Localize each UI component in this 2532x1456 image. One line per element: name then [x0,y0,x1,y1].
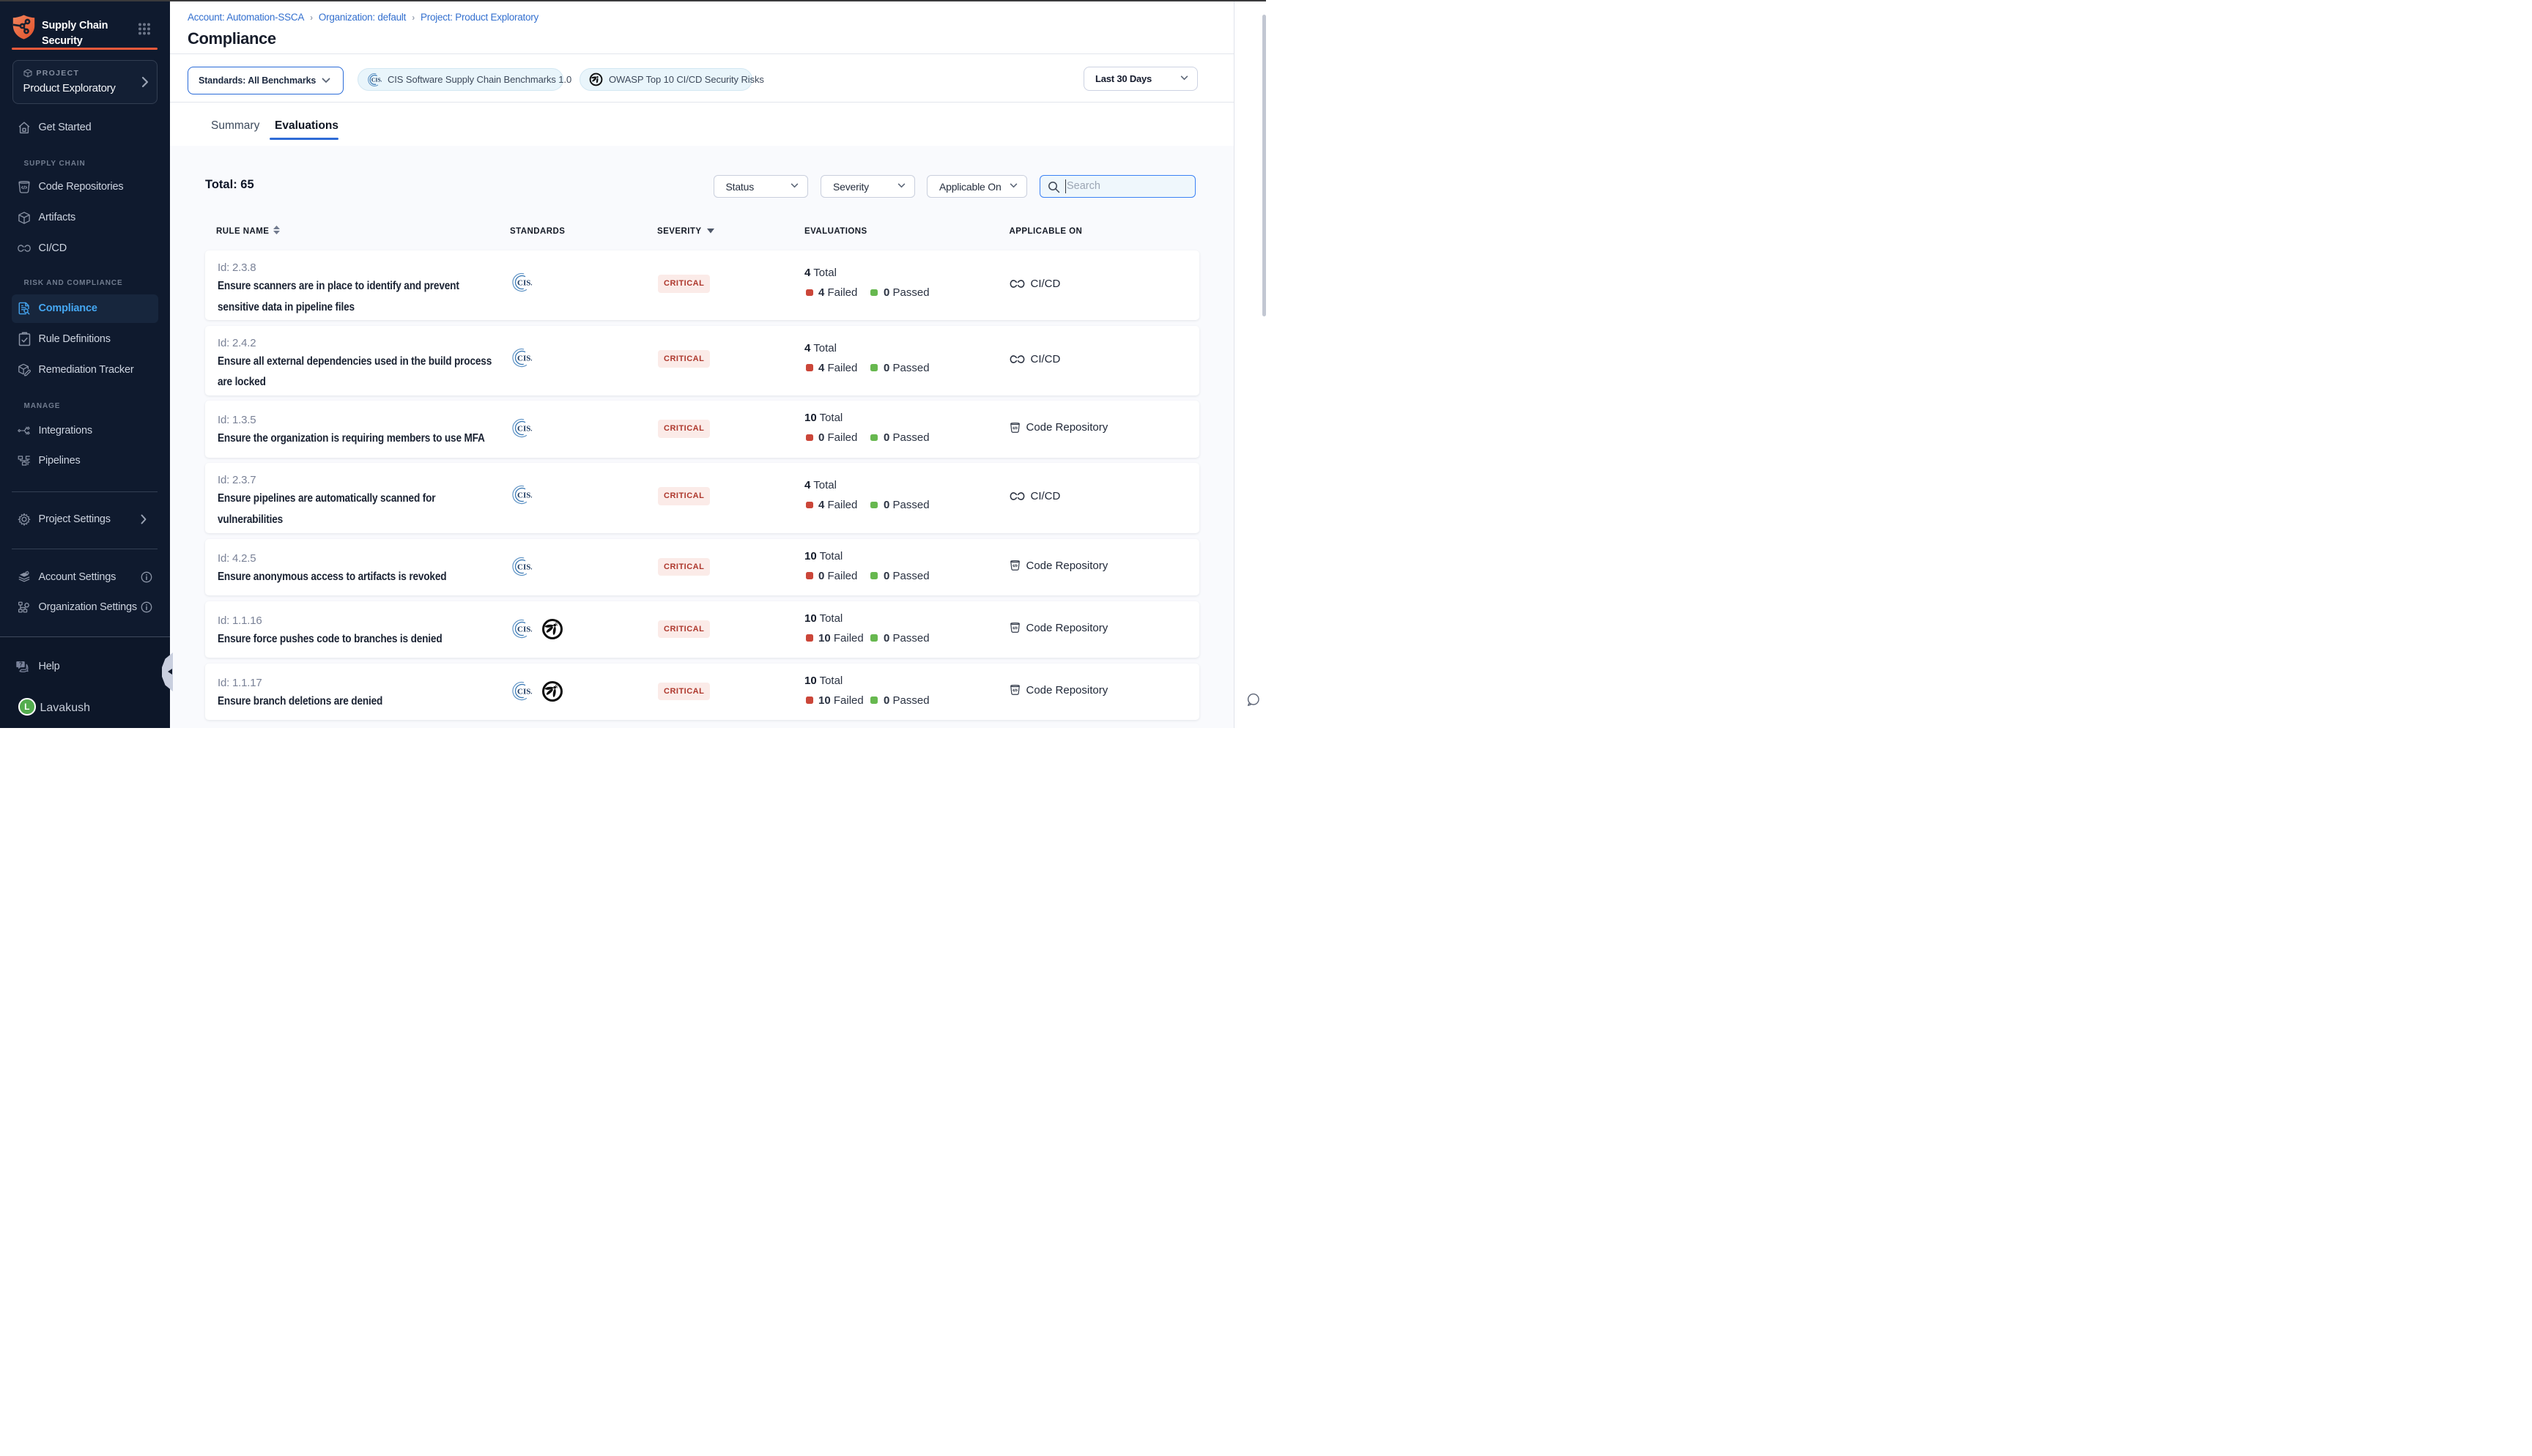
svg-text:CIS.: CIS. [517,625,532,634]
svg-text:CIS.: CIS. [517,491,532,499]
svg-text:CIS.: CIS. [371,76,382,83]
svg-text:CIS.: CIS. [517,354,532,363]
svg-text:CIS.: CIS. [517,424,532,433]
svg-text:?: ? [19,661,23,667]
svg-text:CIS.: CIS. [517,687,532,696]
svg-text:CIS.: CIS. [517,278,532,287]
svg-text:CIS.: CIS. [517,562,532,571]
